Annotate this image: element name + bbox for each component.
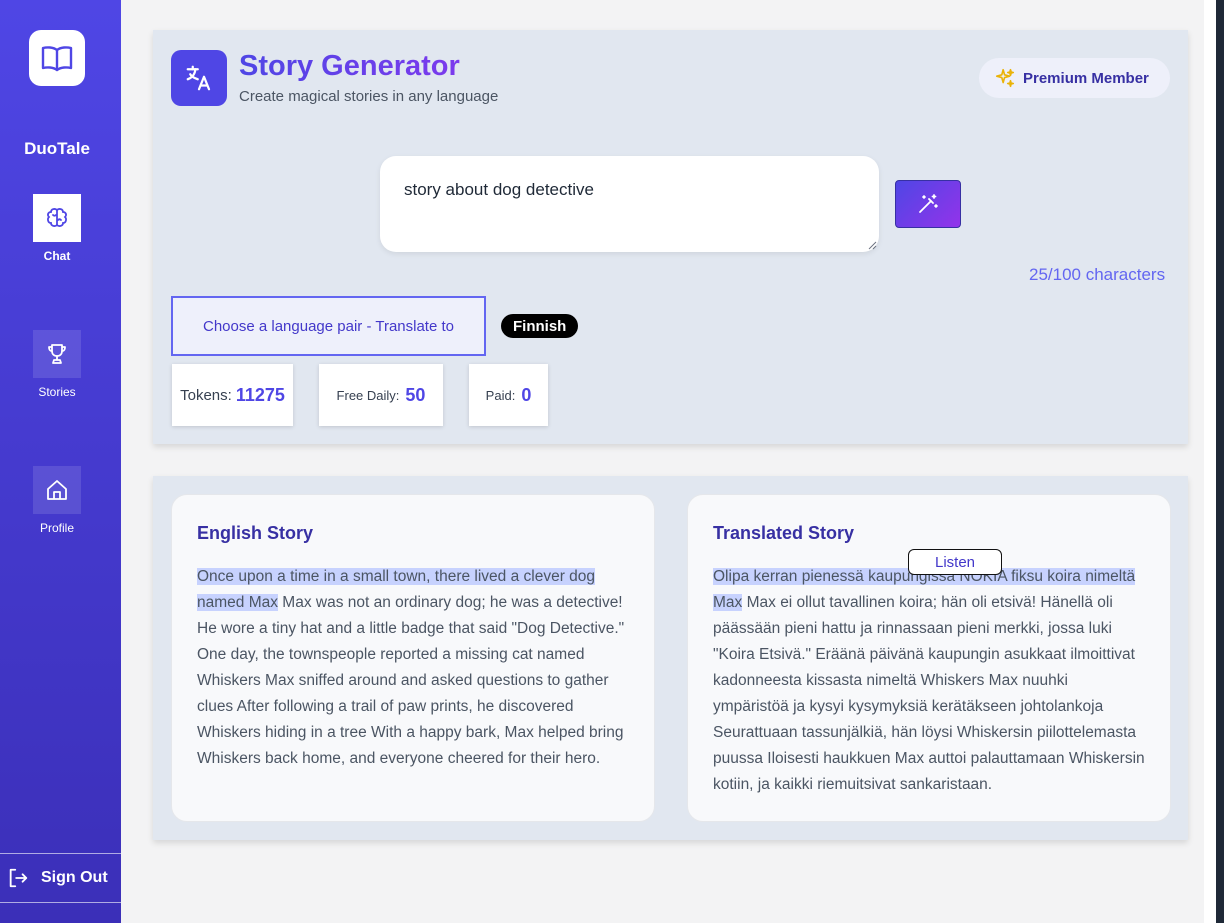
free-daily-label: Free Daily: [336,387,400,403]
free-daily-value: 50 [405,384,426,405]
sidebar: DuoTale Chat Stories Profile Sign Out [0,0,121,923]
character-count: 25/100 characters [1029,265,1166,284]
sign-out-button[interactable]: Sign Out [0,853,121,903]
premium-label: Premium Member [1023,69,1149,87]
page-subtitle: Create magical stories in any language [239,88,499,105]
sparkles-icon [995,68,1015,88]
premium-badge[interactable]: Premium Member [979,58,1170,98]
sidebar-item-label: Stories [38,385,76,399]
sidebar-item-label: Profile [39,521,74,535]
sidebar-item-stories[interactable]: Stories [0,330,114,399]
paid-label: Paid: [485,387,516,403]
translated-story-text: Olipa kerran pienessä kaupungissa NOKIA … [713,564,1145,798]
english-story-card: English Story Once upon a time in a smal… [171,494,655,822]
page-title: Story Generator [239,50,460,82]
book-logo-icon[interactable] [29,30,85,86]
story-prompt-input[interactable]: story about dog detective [380,156,879,252]
english-story-text: Once upon a time in a small town, there … [197,564,629,772]
brain-icon [33,194,81,242]
resize-grip-icon[interactable] [867,240,877,250]
generate-story-button[interactable] [895,180,961,228]
tokens-label: Tokens: [180,386,232,404]
prompt-value: story about dog detective [404,180,594,199]
story-body: Max was not an ordinary dog; he was a de… [197,594,625,767]
magic-wand-icon [919,194,938,213]
tokens-value: 11275 [235,384,285,405]
generator-panel: Story Generator Create magical stories i… [153,30,1188,444]
story-body: Max ei ollut tavallinen koira; hän oli e… [713,594,1145,793]
sign-out-label: Sign Out [41,869,108,886]
sidebar-item-chat[interactable]: Chat [0,194,114,263]
language-pair-select[interactable]: Choose a language pair - Translate to [171,296,486,356]
translated-story-title: Translated Story [713,523,855,543]
paid-stat: Paid: 0 [469,364,548,426]
brand-name: DuoTale [24,139,90,158]
free-daily-stat: Free Daily: 50 [319,364,443,426]
stories-panel: English Story Once upon a time in a smal… [153,476,1188,840]
tokens-stat: Tokens: 11275 [172,364,293,426]
trophy-icon [33,330,81,378]
sidebar-item-profile[interactable]: Profile [0,466,114,535]
target-language-badge[interactable]: Finnish [501,314,579,338]
sign-out-icon [9,868,28,888]
window-edge [1204,0,1216,923]
translate-icon [171,50,227,106]
background-window-strip [1216,0,1224,923]
home-icon [33,466,81,514]
translated-story-card: Translated Story Olipa kerran pienessä k… [687,494,1171,822]
sidebar-item-label: Chat [43,249,71,263]
listen-button[interactable]: Listen [908,549,1002,575]
english-story-title: English Story [197,523,314,543]
paid-value: 0 [521,384,532,405]
